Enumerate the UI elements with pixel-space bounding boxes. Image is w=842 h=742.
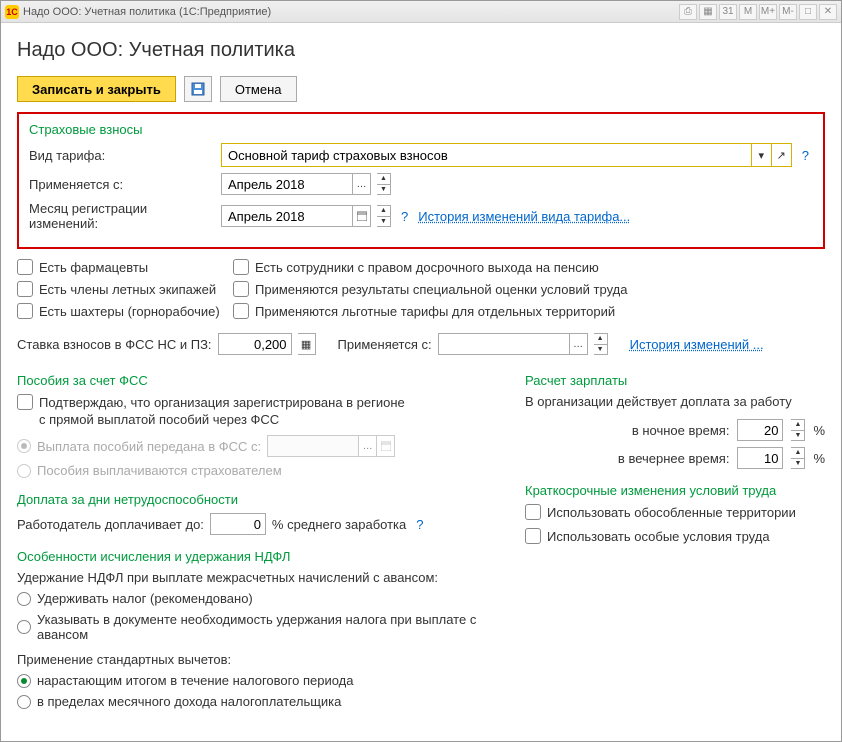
night-spinner[interactable]: ▲▼	[791, 419, 805, 441]
disability-title: Доплата за дни нетрудоспособности	[17, 492, 495, 507]
cb-flight-crews[interactable]	[17, 281, 33, 297]
cb-special-conditions[interactable]	[525, 528, 541, 544]
night-input[interactable]	[737, 419, 783, 441]
radio-fss-transfer	[17, 439, 31, 453]
tariff-label: Вид тарифа:	[29, 148, 215, 163]
m-icon[interactable]: M	[739, 4, 757, 20]
calculator-icon-small[interactable]: ▦	[298, 333, 316, 355]
close-icon[interactable]: ✕	[819, 4, 837, 20]
fss-transfer-date-input	[268, 436, 358, 456]
salary-title: Расчет зарплаты	[525, 373, 825, 388]
employer-pays-label: Работодатель доплачивает до:	[17, 517, 204, 532]
window-title: Надо ООО: Учетная политика (1С:Предприят…	[23, 6, 271, 18]
tariff-help-icon[interactable]: ?	[798, 148, 813, 163]
cb-early-retire[interactable]	[233, 259, 249, 275]
calendar-icon[interactable]: 31	[719, 4, 737, 20]
cb-pref-tariffs-label: Применяются льготные тарифы для отдельны…	[255, 304, 615, 319]
cb-pref-tariffs[interactable]	[233, 303, 249, 319]
cb-confirm-label: Подтверждаю, что организация зарегистрир…	[39, 395, 405, 410]
cb-miners-label: Есть шахтеры (горнорабочие)	[39, 304, 220, 319]
reg-month-label: Месяц регистрации изменений:	[29, 201, 215, 231]
cb-special-conditions-label: Использовать особые условия труда	[547, 529, 770, 544]
fss-applies-select-icon[interactable]: …	[569, 334, 587, 354]
cb-pharmacists-label: Есть фармацевты	[39, 260, 148, 275]
cb-confirm-label2: с прямой выплатой пособий через ФСС	[17, 412, 495, 427]
calculator-icon[interactable]: ▦	[699, 4, 717, 20]
cb-early-retire-label: Есть сотрудники с правом досрочного выхо…	[255, 260, 599, 275]
cb-territories[interactable]	[525, 504, 541, 520]
tariff-open-icon[interactable]: ↗	[771, 144, 791, 166]
applies-from-label: Применяется с:	[29, 177, 215, 192]
evening-spinner[interactable]: ▲▼	[791, 447, 805, 469]
radio-cumulative-label: нарастающим итогом в течение налогового …	[37, 673, 353, 688]
page-title: Надо ООО: Учетная политика	[17, 39, 825, 62]
save-icon[interactable]	[184, 76, 212, 102]
evening-percent: %	[813, 451, 825, 466]
radio-hold-tax[interactable]	[17, 592, 31, 606]
cb-miners[interactable]	[17, 303, 33, 319]
reg-month-help-icon[interactable]: ?	[397, 209, 412, 224]
deductions-heading: Применение стандартных вычетов:	[17, 652, 495, 667]
reg-month-input[interactable]	[222, 206, 352, 226]
salary-intro: В организации действует доплата за работ…	[525, 394, 825, 409]
maximize-icon[interactable]: □	[799, 4, 817, 20]
fss-transfer-calendar-icon	[376, 436, 394, 456]
night-label: в ночное время:	[632, 423, 730, 438]
app-icon: 1C	[5, 5, 19, 19]
print-icon[interactable]: ⎙	[679, 4, 697, 20]
employer-pays-input[interactable]	[210, 513, 266, 535]
cb-flight-crews-label: Есть члены летных экипажей	[39, 282, 216, 297]
radio-hold-tax-label: Удерживать налог (рекомендовано)	[37, 591, 253, 606]
short-term-title: Краткосрочные изменения условий труда	[525, 483, 825, 498]
radio-fss-transfer-label: Выплата пособий передана в ФСС с:	[37, 439, 261, 454]
radio-insurer-pays	[17, 464, 31, 478]
radio-cumulative[interactable]	[17, 674, 31, 688]
fss-rate-label: Ставка взносов в ФСС НС и ПЗ:	[17, 337, 212, 352]
tariff-history-link[interactable]: История изменений вида тарифа...	[418, 209, 630, 224]
applies-from-input[interactable]	[222, 174, 352, 194]
reg-month-calendar-icon[interactable]	[352, 206, 370, 226]
fss-applies-spinner[interactable]: ▲▼	[594, 333, 608, 355]
tariff-input[interactable]	[222, 144, 751, 166]
cb-confirm-region[interactable]	[17, 394, 33, 410]
fss-history-link[interactable]: История изменений ...	[630, 337, 764, 352]
radio-insurer-pays-label: Пособия выплачиваются страхователем	[37, 463, 282, 478]
cb-pharmacists[interactable]	[17, 259, 33, 275]
ndfl-heading: Удержание НДФЛ при выплате межрасчетных …	[17, 570, 495, 585]
fss-applies-input[interactable]	[439, 334, 569, 354]
percent-earnings-label: % среднего заработка	[272, 517, 406, 532]
fss-rate-input[interactable]	[218, 333, 292, 355]
m-plus-icon[interactable]: M+	[759, 4, 777, 20]
evening-label: в вечернее время:	[618, 451, 730, 466]
employer-pays-help-icon[interactable]: ?	[412, 517, 427, 532]
applies-from-select-icon[interactable]: …	[352, 174, 370, 194]
cb-special-eval[interactable]	[233, 281, 249, 297]
fss-transfer-select-icon: …	[358, 436, 376, 456]
radio-indicate-doc-label: Указывать в документе необходимость удер…	[37, 612, 495, 642]
save-and-close-button[interactable]: Записать и закрыть	[17, 76, 176, 102]
ndfl-title: Особенности исчисления и удержания НДФЛ	[17, 549, 495, 564]
m-minus-icon[interactable]: M-	[779, 4, 797, 20]
tariff-dropdown-icon[interactable]: ▾	[751, 144, 771, 166]
radio-monthly[interactable]	[17, 695, 31, 709]
radio-indicate-doc[interactable]	[17, 620, 31, 634]
cancel-button[interactable]: Отмена	[220, 76, 297, 102]
reg-month-spinner[interactable]: ▲▼	[377, 205, 391, 227]
fss-benefits-title: Пособия за счет ФСС	[17, 373, 495, 388]
insurance-title: Страховые взносы	[29, 122, 813, 137]
night-percent: %	[813, 423, 825, 438]
evening-input[interactable]	[737, 447, 783, 469]
cb-special-eval-label: Применяются результаты специальной оценк…	[255, 282, 627, 297]
fss-applies-label: Применяется с:	[338, 337, 432, 352]
insurance-frame: Страховые взносы Вид тарифа: ▾ ↗ ? Приме…	[17, 112, 825, 249]
applies-from-spinner[interactable]: ▲▼	[377, 173, 391, 195]
titlebar: 1C Надо ООО: Учетная политика (1С:Предпр…	[1, 1, 841, 23]
radio-monthly-label: в пределах месячного дохода налогоплател…	[37, 694, 341, 709]
cb-territories-label: Использовать обособленные территории	[547, 505, 796, 520]
